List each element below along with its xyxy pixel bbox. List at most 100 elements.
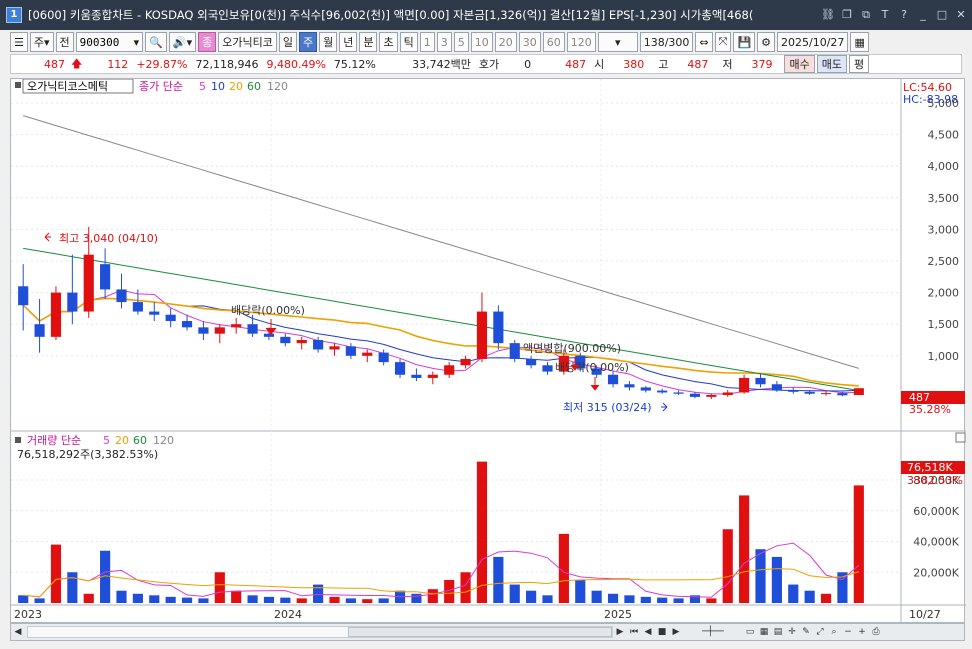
- zoom-icon[interactable]: ⌕: [827, 625, 841, 639]
- period-week[interactable]: 주: [298, 32, 318, 52]
- interval-3[interactable]: 3: [436, 32, 452, 52]
- candle: [378, 352, 389, 363]
- zoom-in-icon[interactable]: ⇔: [695, 32, 713, 52]
- volume-bar: [706, 598, 717, 603]
- volume-pct: 3382.53%: [907, 474, 963, 487]
- period-second[interactable]: 초: [379, 32, 398, 52]
- interval-30[interactable]: 30: [518, 32, 541, 52]
- maximize-icon[interactable]: □: [934, 7, 950, 23]
- minus-icon[interactable]: −: [841, 625, 855, 639]
- trend-icon[interactable]: ⤢: [813, 625, 827, 639]
- first-icon[interactable]: ⏮: [627, 625, 641, 639]
- chart-toolbar: ☰ 주▾ 전 ▾ 🔍 🔊▾ 종 오가닉티코 일 주 월 년 분 초 틱 1 3 …: [10, 31, 962, 53]
- plus-icon[interactable]: +: [855, 625, 869, 639]
- panel-close-icon[interactable]: [955, 432, 966, 443]
- period-month[interactable]: 월: [319, 32, 338, 52]
- candle: [132, 302, 143, 312]
- period-year[interactable]: 년: [339, 32, 358, 52]
- hoga-label: 호가: [478, 58, 500, 71]
- scroll-thumb[interactable]: [348, 627, 612, 637]
- copy-icon[interactable]: ⧉: [858, 7, 874, 23]
- settings-icon[interactable]: ⚙: [757, 32, 776, 52]
- dividend-note-1: 배당락(0.00%): [231, 304, 305, 317]
- price-tick: 4,500: [928, 129, 960, 142]
- volume-bar: [509, 584, 520, 603]
- volume-tag-text: 76,518K: [907, 461, 953, 474]
- price-tick: 1,500: [928, 318, 960, 331]
- save-icon[interactable]: 💾: [733, 32, 756, 52]
- count-field[interactable]: 138/300: [639, 32, 694, 52]
- minimize-icon[interactable]: _: [915, 7, 931, 23]
- grid-icon[interactable]: ▦: [757, 625, 771, 639]
- code-input[interactable]: [79, 35, 134, 49]
- volume-bar: [591, 590, 602, 603]
- date-field[interactable]: 2025/10/27: [777, 32, 849, 52]
- candle: [640, 387, 651, 391]
- candle: [657, 390, 668, 393]
- high-label: 고: [658, 58, 669, 71]
- volume-tick: 60,000K: [913, 505, 959, 518]
- draw-icon[interactable]: ✎: [799, 625, 813, 639]
- ma10-label: 10: [211, 80, 225, 93]
- type-select[interactable]: 주 ▾: [29, 32, 54, 52]
- jeon-button[interactable]: 전: [55, 32, 74, 52]
- volume-bar: [247, 595, 258, 603]
- close-icon[interactable]: ✕: [953, 7, 969, 23]
- restore-icon[interactable]: ❐: [839, 7, 855, 23]
- zoom-out-icon[interactable]: ⤧: [714, 32, 732, 52]
- table-icon[interactable]: ▤: [771, 625, 785, 639]
- speed-slider[interactable]: ─┼──: [683, 625, 743, 639]
- chart-svg: 오가닉티코스메틱 종가 단순 5 10 20 60 120 LC:54.60 H…: [10, 78, 966, 624]
- current-pct: 35.28%: [909, 403, 951, 416]
- chart-scrollbar[interactable]: ◀ ▶ ⏮ ◀ ■ ▶ ─┼── ▭ ▦ ▤ ✛ ✎ ⤢ ⌕ − + ⎙: [10, 623, 965, 641]
- price-tick: 2,000: [928, 287, 960, 300]
- volume-rate: 9,480.49%: [266, 57, 326, 71]
- scroll-track[interactable]: [27, 626, 613, 638]
- candle: [149, 311, 160, 315]
- interval-60[interactable]: 60: [542, 32, 565, 52]
- volume-bar: [116, 590, 127, 603]
- scroll-right-icon[interactable]: ▶: [613, 625, 627, 639]
- period-minute[interactable]: 분: [359, 32, 378, 52]
- code-field[interactable]: ▾: [75, 32, 144, 52]
- candle: [706, 394, 717, 397]
- menu-icon[interactable]: ☰: [10, 32, 28, 52]
- prev-icon[interactable]: ◀: [641, 625, 655, 639]
- help-icon[interactable]: ?: [896, 7, 912, 23]
- candle: [837, 393, 848, 396]
- period-day[interactable]: 일: [278, 32, 297, 52]
- candle: [444, 365, 455, 375]
- volume-bar: [853, 485, 864, 603]
- text-icon[interactable]: T: [877, 7, 893, 23]
- next-icon[interactable]: ▶: [669, 625, 683, 639]
- layout-icon[interactable]: ▭: [743, 625, 757, 639]
- sell-button[interactable]: 매도: [816, 55, 847, 73]
- low-arrow-icon: [661, 402, 668, 412]
- chart-area[interactable]: 오가닉티코스메틱 종가 단순 5 10 20 60 120 LC:54.60 H…: [10, 78, 966, 624]
- volume-bar: [739, 495, 750, 603]
- calendar-icon[interactable]: ▦: [850, 32, 869, 52]
- volume-bar: [67, 572, 78, 603]
- interval-dropdown[interactable]: ▾: [597, 32, 638, 52]
- interval-20[interactable]: 20: [494, 32, 517, 52]
- link-icon[interactable]: ⛓: [820, 7, 836, 23]
- interval-120[interactable]: 120: [566, 32, 596, 52]
- crosshair-icon[interactable]: ✛: [785, 625, 799, 639]
- interval-1[interactable]: 1: [419, 32, 435, 52]
- volume-ma-5: [23, 542, 860, 598]
- sound-icon[interactable]: 🔊▾: [168, 32, 197, 52]
- buy-button[interactable]: 매수: [784, 55, 815, 73]
- stop-icon[interactable]: ■: [655, 625, 669, 639]
- scroll-left-icon[interactable]: ◀: [11, 625, 25, 639]
- dividend-arrow-2-icon: [590, 377, 600, 391]
- price-tick: 1,000: [928, 350, 960, 363]
- interval-10[interactable]: 10: [470, 32, 493, 52]
- search-icon[interactable]: 🔍: [145, 32, 167, 52]
- print-icon[interactable]: ⎙: [869, 625, 883, 639]
- interval-5[interactable]: 5: [453, 32, 469, 52]
- candle: [739, 377, 750, 393]
- period-tick[interactable]: 틱: [399, 32, 418, 52]
- vma120-label: 120: [153, 434, 174, 447]
- pyeong-button[interactable]: 평: [848, 55, 870, 73]
- stock-name[interactable]: 오가닉티코: [218, 32, 277, 52]
